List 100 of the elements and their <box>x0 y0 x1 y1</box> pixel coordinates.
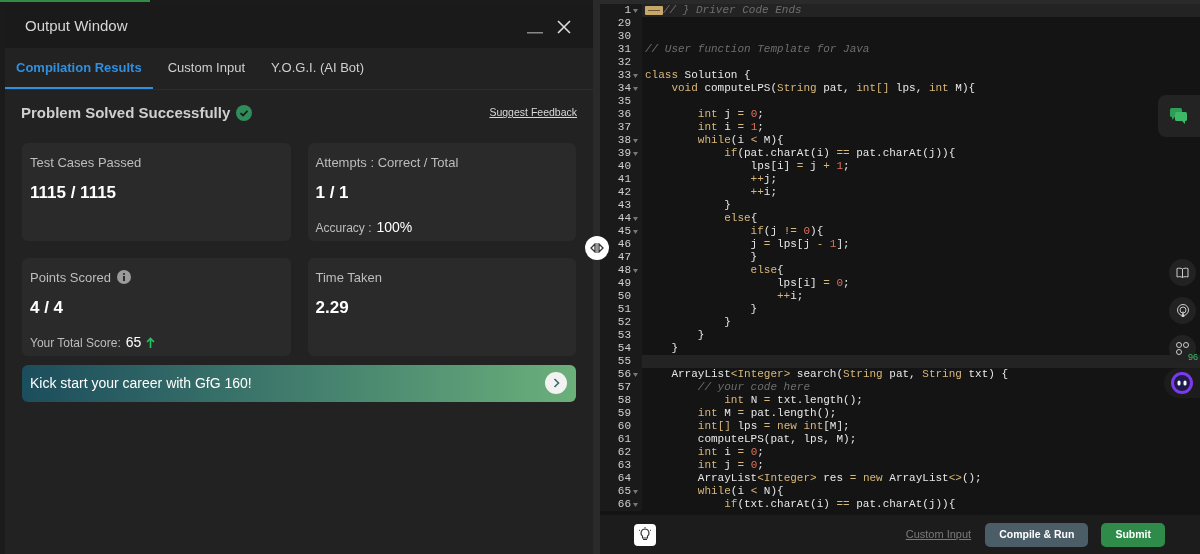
line-number: 51 <box>617 304 631 315</box>
line-number: 37 <box>617 122 631 133</box>
code-line: // User function Template for Java <box>645 44 870 55</box>
line-number: 55 <box>617 356 631 367</box>
fold-arrow-icon[interactable] <box>633 502 638 507</box>
code-line: computeLPS(pat, lps, M); <box>696 434 857 445</box>
fold-arrow-icon[interactable] <box>633 8 638 13</box>
code-line: lps[i] = 0; <box>776 278 850 289</box>
code-line: while(i < N){ <box>696 486 784 497</box>
line-number: 34 <box>617 83 631 94</box>
card-value: 4 / 4 <box>30 299 65 316</box>
promo-banner[interactable]: Kick start your career with GfG 160! <box>22 364 576 402</box>
code-line: while(i < M){ <box>696 135 784 146</box>
code-line: // your code here <box>696 382 811 393</box>
line-number: 45 <box>617 226 631 237</box>
book-icon <box>1176 267 1189 278</box>
code-line: lps[i] = j + 1; <box>749 161 850 172</box>
fold-arrow-icon[interactable] <box>633 73 638 78</box>
card-label: Points Scored <box>30 268 111 287</box>
check-circle-icon <box>236 105 253 122</box>
tab[interactable]: Custom Input <box>156 48 256 89</box>
line-number: 47 <box>617 252 631 263</box>
hint-bulb-button[interactable] <box>634 523 656 546</box>
code-line: int i = 1; <box>696 122 764 133</box>
compile-run-button[interactable]: Compile & Run <box>985 522 1089 547</box>
line-number: 61 <box>617 434 631 445</box>
fold-arrow-icon[interactable] <box>633 138 638 143</box>
status-heading: Problem Solved Successfully <box>21 103 231 123</box>
suggest-feedback-link[interactable]: Suggest Feedback <box>489 105 577 122</box>
apps-count-label: 96 <box>1188 353 1198 362</box>
line-number: 57 <box>617 382 631 393</box>
line-number: 41 <box>617 174 631 185</box>
line-number: 42 <box>617 187 631 198</box>
fold-arrow-icon[interactable] <box>633 489 638 494</box>
custom-input-link[interactable]: Custom Input <box>905 526 972 543</box>
tab[interactable]: Compilation Results <box>5 48 153 89</box>
window-title: Output Window <box>25 16 128 37</box>
lightbulb-icon <box>638 527 652 542</box>
card-value: 1 / 1 <box>315 184 350 201</box>
folded-code-marker-icon[interactable] <box>645 6 663 15</box>
fold-arrow-icon[interactable] <box>633 151 638 156</box>
chat-tab[interactable] <box>1158 95 1200 137</box>
line-number: 1 <box>624 5 631 16</box>
code-line: ArrayList<Integer> search(String pat, String txt) { <box>670 369 1009 380</box>
code-line: int i = 0; <box>696 447 764 458</box>
line-number: 50 <box>617 291 631 302</box>
line-number: 53 <box>617 330 631 341</box>
code-line: // } Driver Code Ends <box>663 5 802 16</box>
card-label: Attempts : Correct / Total <box>315 153 459 172</box>
card-value: 2.29 <box>315 299 350 316</box>
code-line: if(j != 0){ <box>749 226 824 237</box>
line-number: 48 <box>617 265 631 276</box>
fold-arrow-icon[interactable] <box>633 372 638 377</box>
code-line: int j = 0; <box>696 460 764 471</box>
code-line: ArrayList<Integer> res = new ArrayList<>(); <box>696 473 982 484</box>
line-number: 54 <box>617 343 631 354</box>
code-line: int M = pat.length(); <box>696 408 837 419</box>
line-number: 39 <box>617 148 631 159</box>
chevron-right-icon[interactable] <box>545 372 567 394</box>
fold-arrow-icon[interactable] <box>633 268 638 273</box>
code-line: void computeLPS(String pat, int[] lps, int M){ <box>670 83 976 94</box>
code-line: } <box>670 343 678 354</box>
line-number: 36 <box>617 109 631 120</box>
code-line: } <box>749 252 758 263</box>
line-number: 64 <box>617 473 631 484</box>
line-number: 59 <box>617 408 631 419</box>
code-line: int j = 0; <box>696 109 764 120</box>
code-line: ++i; <box>776 291 804 302</box>
line-number: 65 <box>617 486 631 497</box>
line-number: 52 <box>617 317 631 328</box>
card-sub-label: Your Total Score: <box>30 334 121 352</box>
apps-icon <box>1176 342 1189 355</box>
line-number: 40 <box>617 161 631 172</box>
submit-button[interactable]: Submit <box>1101 522 1165 547</box>
fold-arrow-icon[interactable] <box>633 229 638 234</box>
line-number: 62 <box>617 447 631 458</box>
bot-tab[interactable] <box>1164 368 1200 398</box>
line-number: 31 <box>617 44 631 55</box>
bot-avatar-icon <box>1171 372 1193 394</box>
fold-arrow-icon[interactable] <box>633 86 638 91</box>
fold-arrow-icon[interactable] <box>633 216 638 221</box>
line-number: 35 <box>617 96 631 107</box>
code-line: ++i; <box>749 187 778 198</box>
line-number: 38 <box>617 135 631 146</box>
code-line: } <box>749 304 758 315</box>
code-line: int[] lps = new int[M]; <box>696 421 850 432</box>
card-sub-label: Accuracy : <box>315 219 372 237</box>
line-number: 44 <box>617 213 631 224</box>
code-line: else{ <box>723 213 758 224</box>
card-sub-value: 65 <box>125 333 142 352</box>
card-label: Test Cases Passed <box>30 153 142 172</box>
close-icon[interactable] <box>557 19 571 34</box>
broadcast-icon <box>1175 303 1190 318</box>
code-line: j = lps[j - 1]; <box>749 239 850 250</box>
line-number: 33 <box>617 70 631 81</box>
line-number: 43 <box>617 200 631 211</box>
chat-bubbles-icon <box>1170 108 1188 124</box>
tab[interactable]: Y.O.G.I. (AI Bot) <box>260 48 375 89</box>
line-number: 66 <box>617 499 631 510</box>
line-number: 29 <box>617 18 631 29</box>
